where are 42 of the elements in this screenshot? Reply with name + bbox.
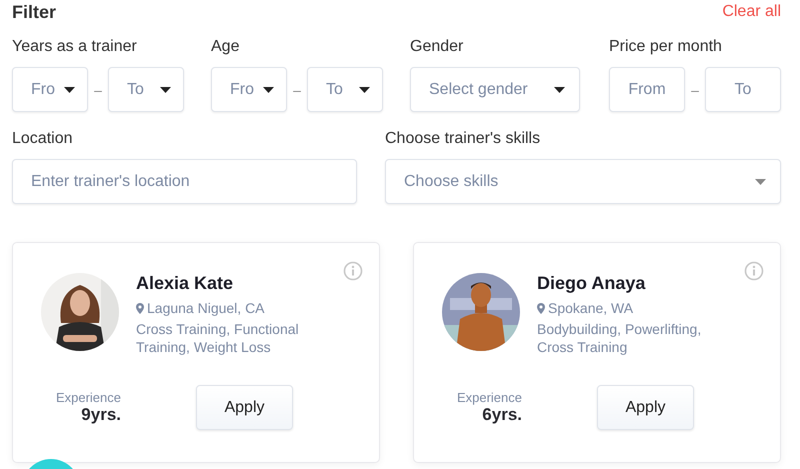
gender-dropdown[interactable]: Select gender [410,67,580,112]
clear-all-link[interactable]: Clear all [722,3,781,21]
range-dropdown[interactable]: Fro [211,67,287,112]
apply-button[interactable]: Apply [196,385,293,430]
range-dash: – [94,82,102,98]
trainer-name: Alexia Kate [136,273,234,294]
location-label: Location [12,130,74,148]
skills-dropdown[interactable]: Choose skills [385,159,781,204]
filter-label: Price per month [609,38,723,56]
experience-label: Experience [56,390,121,405]
caret-icon [263,86,274,92]
caret-icon [64,86,75,92]
filter-label: Years as a trainer [12,38,138,56]
trainer-name: Diego Anaya [537,273,646,294]
caret-icon [755,178,766,184]
experience-label: Experience [456,390,522,405]
apply-button[interactable]: Apply [597,385,694,430]
trainer-skills: Bodybuilding, Powerlifting, Cross Training [537,320,702,356]
filter-title: Filter [12,2,56,22]
range-dropdown[interactable]: To [306,67,383,112]
caret-icon [358,86,370,92]
range-dropdown[interactable]: To [108,67,184,112]
skills-label: Choose trainer's skills [385,130,542,148]
caret-icon [160,86,171,92]
experience-value: 6yrs. [482,405,522,425]
range-dash: – [293,82,301,98]
range-dash: – [691,82,699,98]
info-icon[interactable] [343,261,363,281]
caret-icon [554,86,565,92]
experience-value: 9yrs. [81,405,121,425]
price-max-input[interactable]: To [704,67,781,112]
trainer-location: Spokane, WA [548,300,634,316]
location-pin-icon [537,302,545,314]
location-pin-icon [136,302,144,314]
trainer-skills: Cross Training, Functional Training, Weight Loss [136,320,300,356]
filter-label: Gender [410,38,464,56]
location-input[interactable]: Enter trainer's location [12,159,357,204]
price-min-input[interactable]: From [609,67,685,112]
filter-label: Age [211,38,240,56]
trainer-location: Laguna Niguel, CA [147,300,265,316]
range-dropdown[interactable]: Fro [12,67,88,112]
info-icon[interactable] [744,261,764,281]
